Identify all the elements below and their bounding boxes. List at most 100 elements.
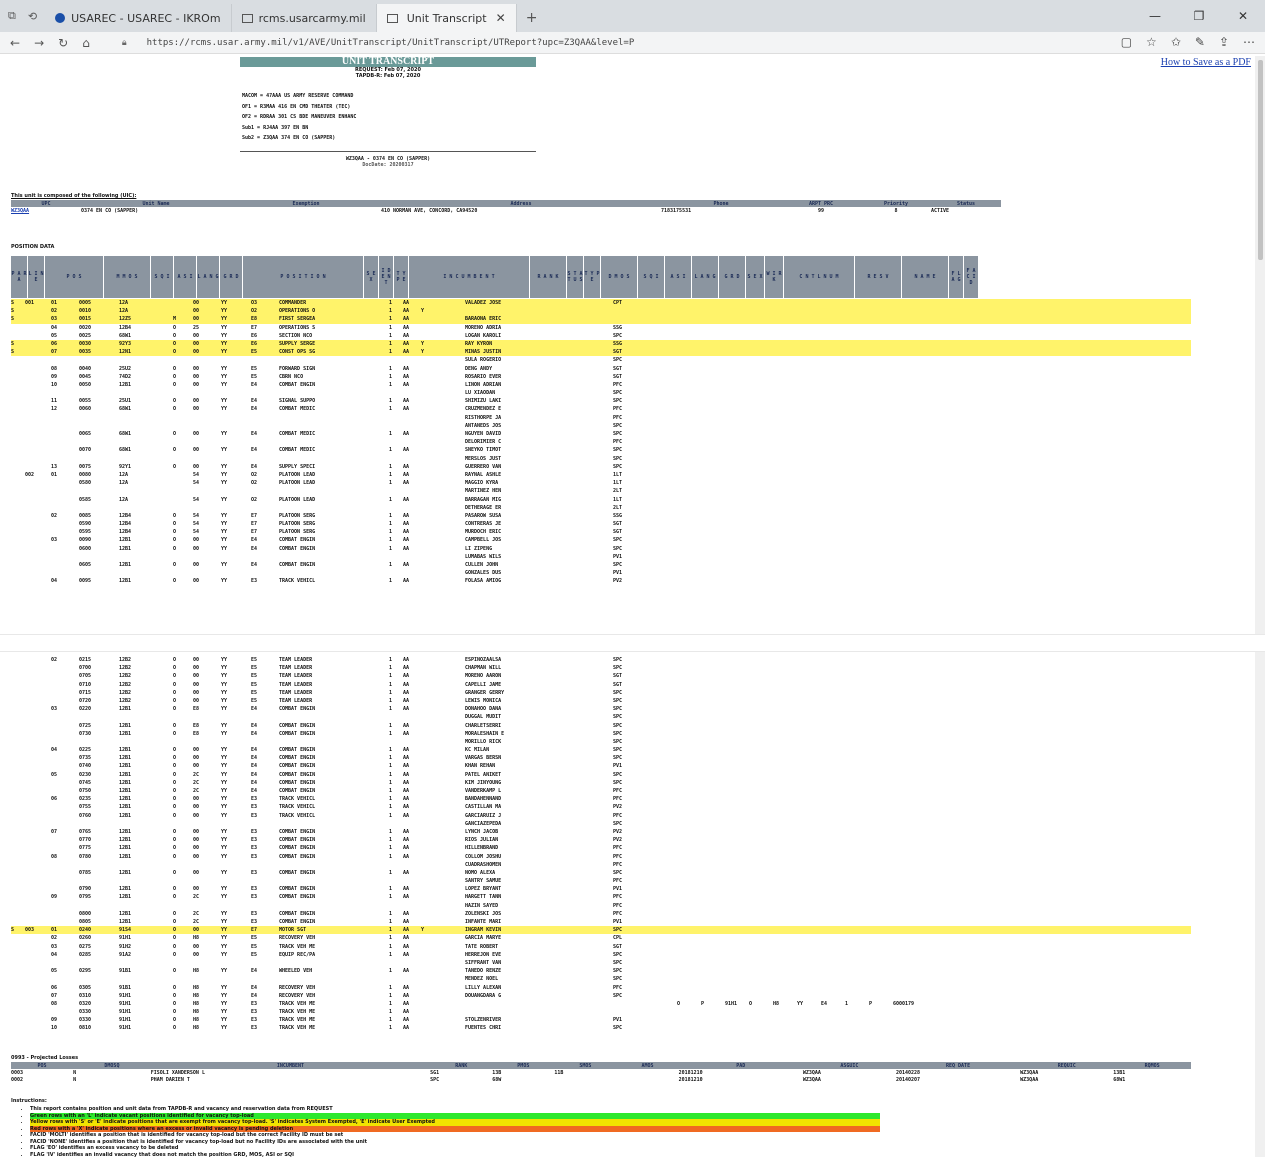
table-cell: SPC: [613, 463, 623, 470]
table-row: 0600 12B1 O 00 YY E4 COMBAT ENGIN 1 AA LI ZIPENG S…: [11, 545, 1191, 553]
table-cell: 1: [389, 779, 393, 786]
back-icon[interactable]: ←: [10, 36, 20, 50]
reading-view-icon[interactable]: ▢: [1121, 35, 1132, 49]
table-cell: TEAM LEADER: [279, 665, 313, 672]
back-tabs-icon[interactable]: ⟲: [28, 10, 37, 23]
scrollbar-lower[interactable]: [1255, 652, 1265, 1157]
table-cell: TEAM LEADER: [279, 681, 313, 688]
tab-usarec[interactable]: USAREC - USAREC - IKROm: [45, 4, 232, 32]
loss-row: 0003 N FISOLI XANDERSON L SG1 13B 11B 20181210…: [11, 1069, 1191, 1076]
column-header: W I R K: [765, 256, 783, 298]
url-field[interactable]: https://rcms.usar.army.mil/v1/AVE/UnitTr…: [147, 38, 635, 48]
table-cell: [221, 975, 251, 983]
table-cell: [119, 877, 173, 885]
table-cell: [403, 504, 421, 512]
close-tab-icon[interactable]: ✕: [496, 11, 506, 25]
table-cell: [193, 738, 221, 746]
table-cell: 10: [51, 1025, 58, 1032]
table-cell: 0755: [79, 804, 92, 811]
table-cell: E7: [251, 529, 258, 536]
save-as-pdf-link[interactable]: How to Save as a PDF: [1161, 57, 1251, 68]
table-cell: [25, 738, 51, 746]
table-cell: [11, 381, 25, 389]
table-cell: [221, 356, 251, 364]
unit-line: WZ3QAA - 0374 EN CO (SAPPER) DocDate: 20…: [240, 156, 536, 168]
pen-icon[interactable]: ✎: [1195, 35, 1205, 49]
table-cell: [421, 681, 433, 689]
position-data-title: POSITION DATA: [11, 244, 55, 250]
table-cell: 0330: [79, 1009, 92, 1016]
tab-rcms[interactable]: rcms.usarcarmy.mil: [232, 4, 377, 32]
table-cell: ESPINOZAALSA: [465, 657, 502, 663]
table-cell: [11, 787, 25, 795]
minimize-icon[interactable]: —: [1133, 0, 1177, 32]
scrollbar[interactable]: [1255, 56, 1265, 634]
table-cell: SPC: [613, 747, 623, 754]
scrollbar-thumb[interactable]: [1258, 60, 1263, 260]
table-cell: YY: [221, 992, 228, 999]
table-row: 0750 12B1 O 2C YY E4 COMBAT ENGIN 1 AA VANDERKAMP…: [11, 787, 1191, 795]
table-cell: SPC: [613, 562, 623, 568]
forward-icon[interactable]: →: [34, 36, 44, 50]
favorites-hub-icon[interactable]: ✩: [1171, 35, 1181, 49]
home-icon[interactable]: ⌂: [82, 36, 90, 50]
table-cell: YY: [221, 984, 228, 991]
loss-cell: WZ3QAA: [1020, 1076, 1039, 1083]
table-row: 06 0305 91B1 O H8 YY E4 RECOVERY VEH 1 AA LILLY AL…: [11, 984, 1191, 992]
table-cell: SPC: [613, 779, 623, 786]
table-cell: 0220: [79, 706, 92, 713]
refresh-icon[interactable]: ↻: [58, 36, 68, 50]
table-cell: 1: [389, 910, 393, 917]
table-cell: COLLOM JOSHU: [465, 853, 502, 860]
table-row: S 001 01 0005 12A 00 YY O3 COMMANDER 1 AA VALADEZ J…: [11, 299, 1191, 308]
table-cell: 1: [389, 894, 393, 901]
column-header: N A M E: [902, 256, 948, 298]
table-cell: [421, 324, 433, 332]
table-cell: [421, 430, 433, 438]
table-cell: [221, 504, 251, 512]
tab-manager-icon[interactable]: ⧉: [8, 9, 16, 23]
table-cell: [193, 877, 221, 885]
table-cell: [279, 553, 389, 561]
table-cell: [11, 520, 25, 528]
close-window-icon[interactable]: ✕: [1221, 0, 1265, 32]
table-cell: MAGGIO KYRA: [465, 480, 499, 487]
table-cell: YY: [221, 968, 228, 975]
table-cell: SPC: [613, 706, 623, 713]
table-cell: PV2: [613, 837, 623, 844]
table-row: 0760 12B1 O 00 YY E3 TRACK VEHICL 1 AA GARCIARUIZ…: [11, 812, 1191, 820]
table-cell: [421, 561, 433, 569]
table-cell: 1: [389, 689, 393, 696]
table-cell: 12B1: [119, 788, 132, 794]
table-row: S 02 0010 12A 00 YY O2 OPERATIONS O 1 AA Y: [11, 307, 1191, 316]
table-cell: [11, 446, 25, 454]
table-cell: SPC: [613, 332, 623, 339]
table-cell: 0040: [79, 365, 92, 372]
favorite-icon[interactable]: ☆: [1146, 35, 1157, 49]
table-cell: 1: [389, 324, 393, 331]
table-cell: [11, 754, 25, 762]
uic-upc-link[interactable]: WZ3QAA: [11, 208, 29, 214]
table-cell: 91H1: [119, 1009, 132, 1016]
more-icon[interactable]: ⋯: [1243, 35, 1255, 49]
new-tab-icon[interactable]: +: [517, 4, 547, 32]
table-cell: 1: [389, 537, 393, 544]
table-cell: [251, 455, 279, 463]
table-cell: CRUZMENDEZ E: [465, 406, 502, 413]
uic-cell: 99: [817, 208, 825, 214]
loss-cell: SG1: [430, 1069, 440, 1076]
tab-unit-transcript[interactable]: Unit Transcript ✕: [376, 4, 517, 32]
table-cell: 0590: [79, 521, 92, 528]
table-cell: 00: [193, 763, 200, 770]
table-cell: TANEDO RENZE: [465, 968, 502, 975]
table-cell: [279, 422, 389, 430]
table-cell: SPC: [613, 657, 623, 663]
table-cell: [173, 307, 193, 315]
table-cell: COMBAT ENGIN: [279, 919, 316, 925]
table-cell: 54: [193, 521, 200, 528]
share-icon[interactable]: ⇪: [1219, 35, 1229, 49]
table-cell: [421, 754, 433, 762]
maximize-icon[interactable]: ❐: [1177, 0, 1221, 32]
table-cell: 12B1: [119, 837, 132, 844]
table-cell: AA: [403, 463, 410, 470]
